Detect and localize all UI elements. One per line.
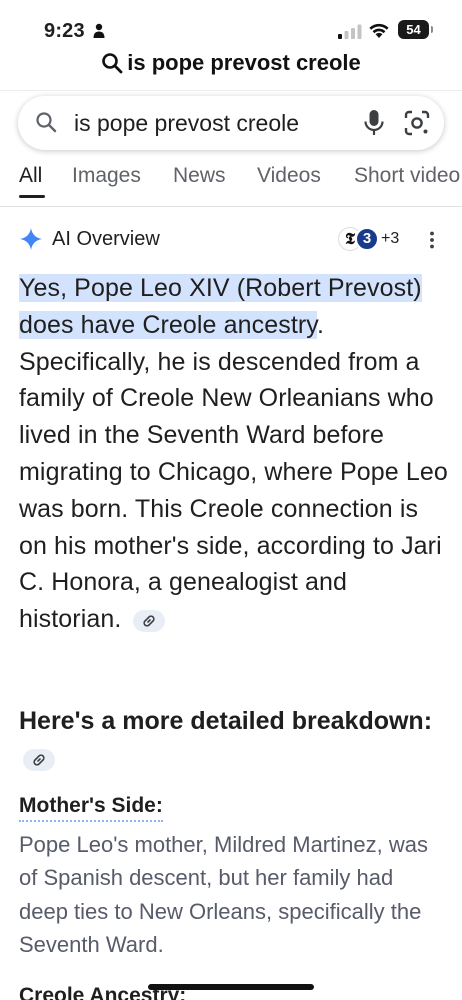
tab-videos[interactable]: Videos bbox=[257, 164, 321, 188]
tabs-divider bbox=[0, 206, 462, 207]
citation-link-chip[interactable] bbox=[23, 749, 55, 772]
tab-short-video[interactable]: Short video bbox=[354, 164, 460, 188]
ai-overview-title: AI Overview bbox=[52, 228, 160, 250]
answer-body: . Specifically, he is descended from a f… bbox=[19, 310, 448, 634]
sparkle-icon bbox=[20, 228, 42, 250]
link-icon bbox=[33, 754, 45, 766]
search-input[interactable] bbox=[74, 106, 344, 140]
tab-news[interactable]: News bbox=[173, 164, 226, 188]
url-bar[interactable]: is pope prevost creole bbox=[0, 50, 462, 84]
tab-images[interactable]: Images bbox=[72, 164, 141, 188]
source-count: +3 bbox=[381, 230, 400, 247]
home-indicator bbox=[148, 984, 314, 990]
source-badge-3: 3 bbox=[355, 227, 379, 251]
status-bar: 9:23 54 bbox=[0, 0, 462, 52]
mic-icon[interactable] bbox=[362, 109, 386, 137]
detail-heading: Here's a more detailed breakdown: bbox=[19, 702, 439, 778]
search-icon bbox=[36, 112, 57, 133]
section-heading-mothers-side[interactable]: Mother's Side: bbox=[19, 794, 163, 822]
ai-overview-text: Yes, Pope Leo XIV (Robert Prevost) does … bbox=[19, 270, 449, 638]
wifi-icon bbox=[369, 23, 389, 38]
highlighted-answer: Yes, Pope Leo XIV (Robert Prevost) does … bbox=[19, 274, 422, 339]
battery-icon: 54 bbox=[398, 20, 433, 39]
ai-overview-header: AI Overview 𝕿 3 +3 bbox=[0, 224, 462, 256]
search-tabs: All Images News Videos Short video bbox=[0, 160, 462, 200]
citation-link-chip[interactable] bbox=[132, 609, 165, 632]
url-text: is pope prevost creole bbox=[127, 50, 361, 75]
header-divider bbox=[0, 90, 462, 91]
google-lens-icon[interactable] bbox=[403, 109, 431, 137]
person-icon bbox=[93, 23, 105, 38]
active-tab-indicator bbox=[19, 195, 45, 198]
search-box[interactable] bbox=[18, 96, 444, 150]
section-text-mothers-side: Pope Leo's mother, Mildred Martinez, was… bbox=[19, 832, 428, 957]
more-vert-icon[interactable] bbox=[426, 230, 438, 250]
status-time: 9:23 bbox=[44, 20, 85, 42]
link-icon bbox=[142, 614, 155, 627]
tab-all[interactable]: All bbox=[19, 164, 42, 188]
search-icon bbox=[102, 53, 123, 74]
source-avatars[interactable]: 𝕿 3 +3 bbox=[338, 227, 408, 253]
signal-icon bbox=[338, 24, 362, 39]
